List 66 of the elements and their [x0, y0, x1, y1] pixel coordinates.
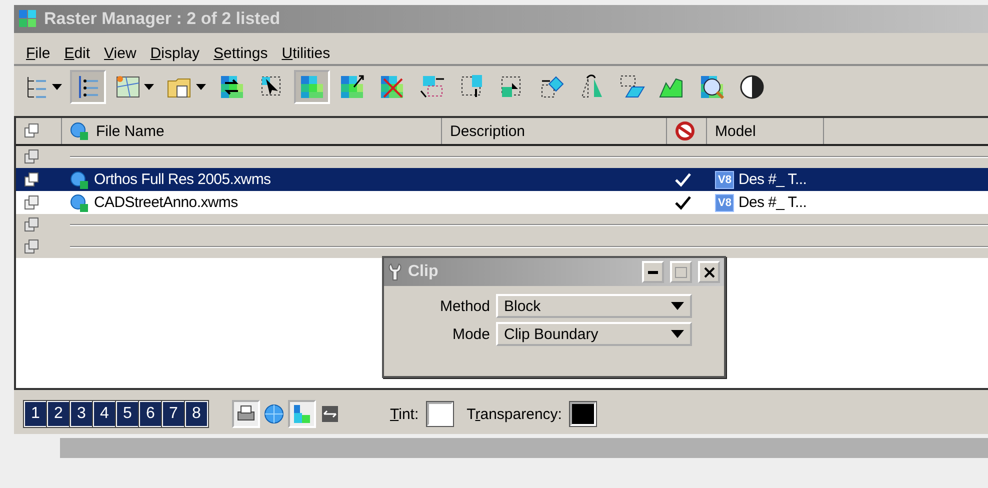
menu-item[interactable]: Utilities — [282, 45, 330, 62]
caret-icon — [52, 84, 62, 90]
display-toggle[interactable] — [232, 400, 260, 428]
view-toggle[interactable]: 8 — [185, 401, 208, 427]
model-badge: V8 — [715, 170, 734, 188]
menu-item[interactable]: Edit — [64, 45, 90, 62]
column-header[interactable]: Model — [715, 122, 756, 140]
zoom-icon — [698, 73, 726, 101]
close-button[interactable] — [698, 261, 720, 283]
view-toggle[interactable]: 3 — [70, 401, 93, 427]
stacked-pages-icon — [24, 217, 40, 233]
stacked-pages-icon — [24, 123, 40, 139]
file-name: Orthos Full Res 2005.xwms — [94, 171, 271, 188]
menu-item[interactable]: File — [26, 45, 50, 62]
column-header[interactable]: Description — [450, 122, 526, 140]
caret-icon — [671, 330, 684, 338]
globe-file-icon — [70, 121, 90, 141]
dropdown[interactable]: Block — [496, 294, 692, 318]
dropdown[interactable]: Clip Boundary — [496, 322, 692, 346]
file-row[interactable]: Orthos Full Res 2005.xwms V8 Des #_ T... — [16, 168, 988, 191]
transparency-swatch[interactable] — [570, 402, 596, 426]
view-toggle[interactable]: 7 — [162, 401, 185, 427]
model-name: Des #_ T... — [738, 194, 807, 211]
model-badge: V8 — [715, 194, 734, 212]
raster-delete-icon — [378, 73, 406, 101]
wrench-icon — [388, 263, 402, 281]
caret-icon — [144, 84, 154, 90]
view-toggle[interactable]: 4 — [93, 401, 116, 427]
stacked-pages-icon — [24, 239, 40, 255]
window-title: Raster Manager : 2 of 2 listed — [44, 9, 280, 29]
transparency-label: Transparency: — [466, 406, 562, 422]
globe-icon — [262, 402, 286, 426]
field-label: Mode — [451, 326, 490, 342]
field-label: Method — [438, 298, 490, 314]
raster-arrow-icon — [338, 73, 366, 101]
maximize-icon — [675, 266, 687, 278]
caret-icon — [196, 84, 206, 90]
stacked-pages-icon — [24, 149, 40, 165]
maximize-button[interactable] — [670, 261, 692, 283]
no-entry-icon — [675, 121, 695, 141]
tint-label: Tint: — [390, 406, 419, 422]
minimize-icon — [648, 270, 658, 274]
close-icon — [704, 266, 714, 278]
view-toggle[interactable]: 5 — [116, 401, 139, 427]
raster-tiles-icon — [298, 73, 326, 101]
stacked-pages-icon — [24, 194, 40, 210]
globe-file-icon — [70, 192, 90, 212]
stacked-pages-icon — [24, 172, 40, 188]
minimize-button[interactable] — [642, 261, 664, 283]
display-toggle[interactable] — [288, 400, 316, 428]
app-grid-icon — [18, 9, 38, 29]
menu-item[interactable]: Settings — [214, 45, 268, 62]
globe-file-icon — [70, 170, 90, 190]
model-name: Des #_ T... — [738, 171, 807, 188]
view-toggle[interactable]: 1 — [24, 401, 47, 427]
swap-arrows-icon — [218, 73, 246, 101]
view-toggle[interactable]: 2 — [47, 401, 70, 427]
dialog-title: Clip — [408, 263, 440, 281]
file-name: CADStreetAnno.xwms — [94, 194, 238, 211]
column-header[interactable]: File Name — [96, 122, 164, 140]
contrast-icon — [738, 73, 766, 101]
menu-item[interactable]: View — [104, 45, 136, 62]
menu-item[interactable]: Display — [150, 45, 200, 62]
tint-swatch[interactable] — [426, 402, 453, 426]
caret-icon — [671, 302, 684, 310]
view-toggle[interactable]: 6 — [139, 401, 162, 427]
